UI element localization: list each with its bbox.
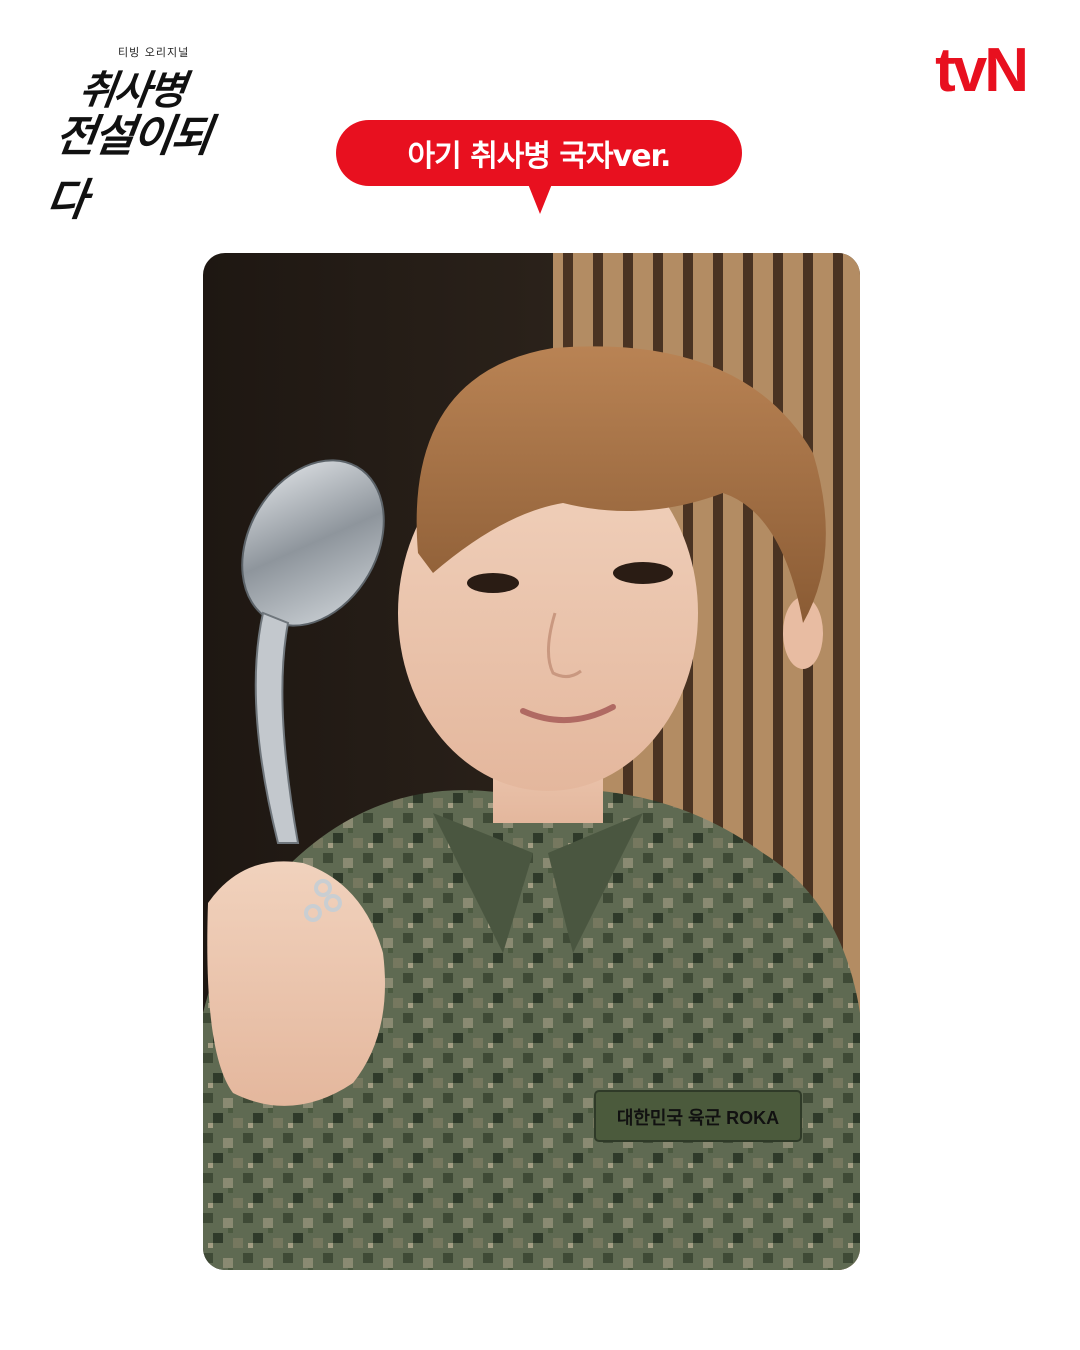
caption-bubble: 아기 취사병 국자ver. <box>336 120 742 186</box>
caption-bubble-tail <box>528 184 552 214</box>
show-logo: 티빙 오리지널 취사병 전설이되다 <box>43 44 222 226</box>
show-logo-line2: 전설이되다 <box>43 111 214 226</box>
right-eye <box>613 562 673 584</box>
left-eye <box>467 573 519 593</box>
caption-text: 아기 취사병 국자ver. <box>407 139 672 174</box>
photo-illustration: 대한민국 육군 ROKA <box>203 253 860 1270</box>
photo-card: 대한민국 육군 ROKA <box>203 253 860 1270</box>
patch-text: 대한민국 육군 ROKA <box>617 1108 779 1128</box>
channel-logo: tvN <box>935 36 1029 105</box>
